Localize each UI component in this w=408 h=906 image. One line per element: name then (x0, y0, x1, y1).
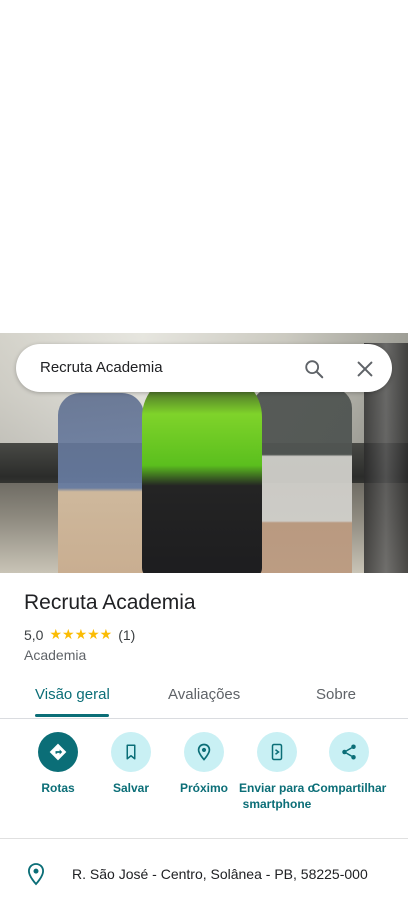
nearby-button[interactable]: Próximo (164, 732, 244, 796)
share-icon (329, 732, 369, 772)
star-rating-icon: ★★★★★ (49, 626, 113, 642)
place-title: Recruta Academia (24, 591, 196, 614)
nearby-label: Próximo (179, 781, 228, 795)
share-label: Compartilhar (311, 781, 387, 795)
divider (0, 838, 408, 839)
photo-person-right (252, 388, 352, 573)
address-row[interactable]: R. São José - Centro, Solânea - PB, 5822… (0, 858, 408, 890)
bookmark-icon (111, 732, 151, 772)
send-to-phone-button[interactable]: Enviar para o smartphone (237, 732, 317, 812)
tab-reviews[interactable]: Avaliações (168, 686, 240, 703)
tab-overview[interactable]: Visão geral (35, 686, 110, 703)
close-icon[interactable] (354, 358, 376, 380)
location-pin-icon (26, 862, 46, 886)
save-label: Salvar (112, 781, 150, 795)
search-input[interactable]: Recruta Academia (40, 359, 163, 376)
send-to-phone-label: Enviar para o smartphone (238, 781, 316, 811)
nearby-icon (184, 732, 224, 772)
share-button[interactable]: Compartilhar (309, 732, 389, 796)
tab-bar: Visão geral Avaliações Sobre (0, 672, 408, 719)
review-count: (1) (118, 626, 136, 643)
photo-person-left (58, 393, 144, 573)
directions-button[interactable]: Rotas (18, 732, 98, 796)
active-tab-indicator (35, 714, 109, 717)
send-to-phone-icon (257, 732, 297, 772)
search-bar[interactable]: Recruta Academia (16, 344, 392, 392)
address-text: R. São José - Centro, Solânea - PB, 5822… (72, 866, 368, 882)
rating-row[interactable]: 5,0 ★★★★★ (1) (24, 626, 135, 643)
directions-icon (38, 732, 78, 772)
search-icon[interactable] (303, 358, 325, 380)
save-button[interactable]: Salvar (91, 732, 171, 796)
photo-person-center (142, 373, 262, 573)
directions-label: Rotas (41, 781, 75, 795)
place-category[interactable]: Academia (24, 647, 86, 663)
action-buttons: Rotas Salvar Próximo Enviar para o smart… (0, 732, 408, 832)
rating-value: 5,0 (24, 626, 44, 643)
tab-about[interactable]: Sobre (316, 686, 356, 703)
